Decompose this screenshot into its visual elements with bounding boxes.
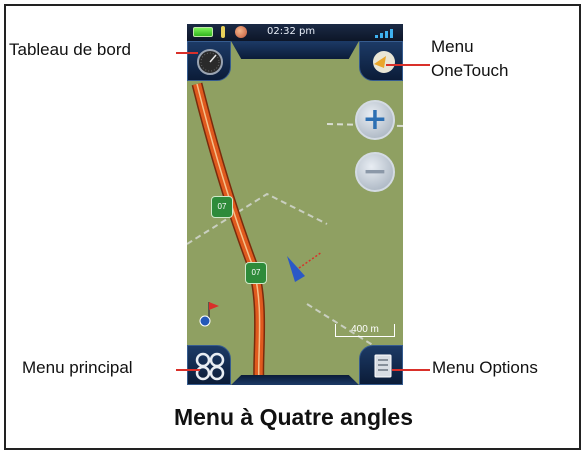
leader-line-main-menu — [176, 369, 200, 371]
dashboard-button[interactable] — [187, 41, 231, 81]
zoom-out-button[interactable]: − — [355, 152, 395, 192]
label-onetouch-line2: OneTouch — [431, 61, 509, 80]
plus-icon: + — [362, 102, 388, 137]
label-onetouch-line1: Menu — [431, 37, 474, 56]
battery-icon — [193, 27, 213, 37]
main-menu-icon — [195, 352, 225, 381]
leader-line-options — [392, 369, 430, 371]
status-bar: 02:32 pm — [187, 24, 403, 41]
leader-line-dashboard — [176, 52, 198, 54]
onetouch-button[interactable] — [359, 41, 403, 81]
label-options-menu: Menu Options — [432, 358, 538, 377]
road-shield: 07 — [245, 262, 267, 284]
minus-icon: − — [362, 154, 388, 189]
options-button[interactable] — [359, 345, 403, 385]
gps-pin-icon — [221, 26, 225, 38]
status-time: 02:32 pm — [267, 26, 316, 37]
gps-screen: 02:32 pm + − 07 07 400 m — [187, 24, 403, 385]
onetouch-menu-icon — [373, 51, 395, 73]
dashboard-gauge-icon — [197, 49, 223, 75]
figure-caption: Menu à Quatre angles — [173, 404, 413, 430]
top-strip — [231, 41, 359, 59]
label-dashboard: Tableau de bord — [9, 40, 131, 59]
label-main-menu: Menu principal — [22, 358, 133, 377]
options-menu-icon — [374, 354, 392, 378]
main-menu-button[interactable] — [187, 345, 231, 385]
signal-strength-icon — [375, 27, 397, 38]
map-scale: 400 m — [335, 324, 395, 337]
road-shield: 07 — [211, 196, 233, 218]
zoom-in-button[interactable]: + — [355, 100, 395, 140]
satellite-icon — [235, 26, 247, 38]
leader-line-onetouch — [386, 64, 430, 66]
bottom-strip — [231, 375, 359, 385]
